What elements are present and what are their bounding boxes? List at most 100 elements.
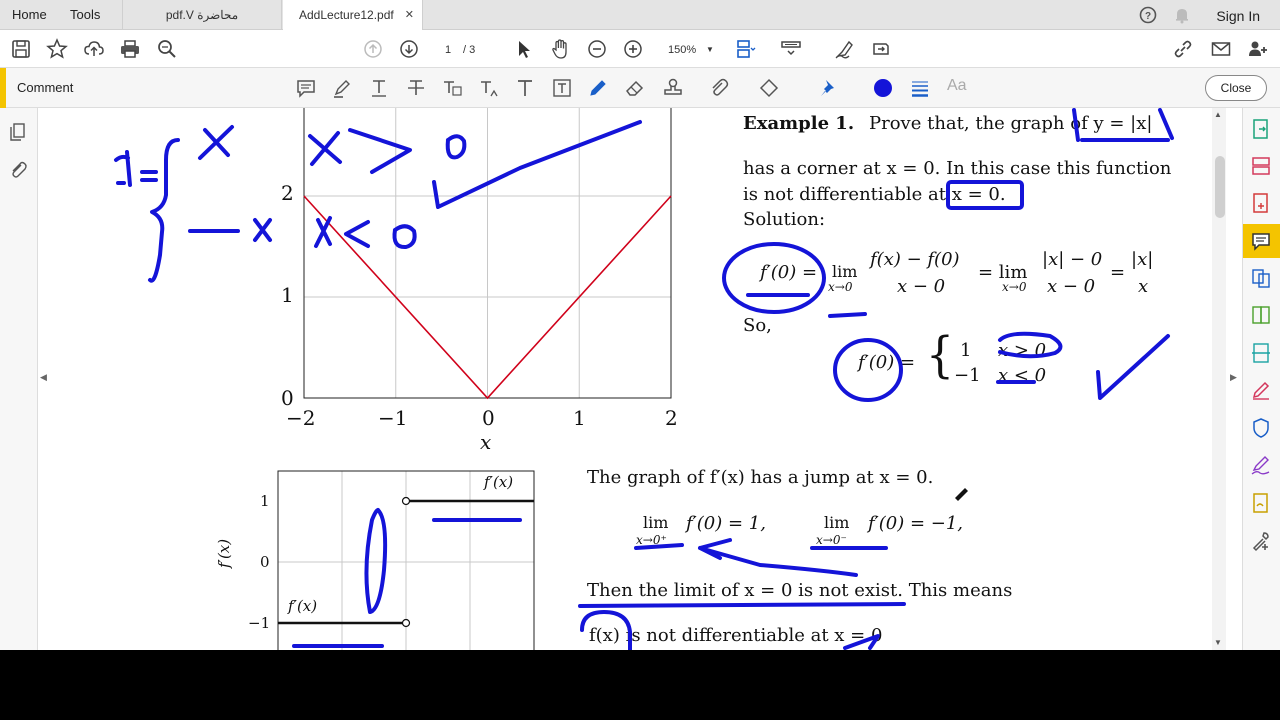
edit-pdf-icon[interactable] [1250,379,1272,401]
piecewise-condition: x > 0 [998,340,1047,361]
bookmark-star-icon[interactable] [46,38,68,60]
save-icon[interactable] [10,38,32,60]
color-picker-icon[interactable] [872,77,894,99]
menu-home[interactable]: Home [12,0,47,30]
send-for-signature-icon[interactable] [1250,492,1272,514]
close-tab-icon[interactable]: ✕ [405,0,414,30]
replace-text-icon[interactable] [441,77,463,99]
fraction-numerator: |x| − 0 [1042,249,1103,270]
more-tools-icon[interactable] [1250,530,1272,552]
notification-bell-icon[interactable] [1173,6,1191,24]
collapse-left-panel-icon[interactable]: ◀ [40,372,47,383]
y-tick-label: 0 [260,553,270,571]
page-thumbnails-icon[interactable] [8,122,28,142]
fill-and-sign-icon[interactable] [1250,454,1272,476]
limit-subscript: x→0 [828,280,853,294]
fill-sign-icon[interactable] [834,38,856,60]
strikethrough-icon[interactable] [405,77,427,99]
y-tick-label: 1 [281,283,294,307]
conclusion-statement: f(x) is not differentiable at x = 0 [589,625,883,646]
combine-files-icon[interactable] [1250,267,1272,289]
x-tick-label: −2 [286,406,316,430]
limit-value: f′(0) = 1, [686,513,766,534]
scroll-down-icon[interactable]: ▼ [1214,638,1222,647]
example-statement: Prove that, the graph of y = |x| [869,113,1153,134]
comment-tool-icon[interactable] [1250,230,1272,252]
example-heading: Example 1. [743,113,855,134]
shapes-icon[interactable] [758,77,780,99]
protect-icon[interactable] [1250,417,1272,439]
scroll-up-icon[interactable]: ▲ [1214,110,1222,119]
close-button[interactable]: Close [1205,75,1267,101]
help-icon[interactable]: ? [1139,6,1157,24]
attachments-icon[interactable] [8,160,28,180]
svg-text:?: ? [1145,11,1151,22]
limit-subscript: x→0⁺ [636,533,667,547]
zoom-out-icon[interactable] [586,38,608,60]
scroll-mode-icon[interactable] [780,38,802,60]
attach-file-icon[interactable] [708,77,730,99]
chevron-down-icon: ▼ [706,45,714,54]
next-page-icon[interactable] [398,38,420,60]
fraction-denominator: x − 0 [897,276,946,297]
limit-subscript: x→0⁻ [816,533,847,547]
derivative-lhs: f′(0) = [760,262,818,283]
sign-in-link[interactable]: Sign In [1216,0,1260,30]
insert-text-icon[interactable] [478,77,500,99]
menu-tools[interactable]: Tools [70,0,100,30]
add-text-icon[interactable] [514,77,536,99]
pdf-viewer-window: Home Tools pdf.V محاضرة AddLecture12.pdf… [0,0,1280,650]
previous-page-icon[interactable] [362,38,384,60]
zoom-in-icon[interactable] [622,38,644,60]
tab-addlecture12[interactable]: AddLecture12.pdf ✕ [283,0,423,31]
export-pdf-icon[interactable] [1250,118,1272,140]
sticky-note-icon[interactable] [295,77,317,99]
x-tick-label: −1 [378,406,408,430]
equals-sign: = [1110,262,1126,283]
font-size-icon[interactable]: Aa [947,77,967,95]
right-tools-list [1242,108,1280,650]
compare-files-icon[interactable] [1250,304,1272,326]
collapse-right-panel-icon[interactable]: ▶ [1230,372,1237,383]
create-pdf-icon[interactable] [1250,192,1272,214]
highlight-icon[interactable] [331,77,353,99]
pencil-draw-icon[interactable] [587,77,609,99]
document-page: 2 1 0 −2 −1 0 1 2 x Example 1. Prove tha… [52,108,1212,650]
print-icon[interactable] [119,38,141,60]
underline-text-icon[interactable] [368,77,390,99]
limit-operator: lim [643,513,669,532]
left-side-panel [0,108,38,650]
link-icon[interactable] [1172,38,1194,60]
fraction-numerator: f(x) − f(0) [870,249,960,270]
eraser-icon[interactable] [624,77,646,99]
search-icon[interactable] [156,38,178,60]
zoom-dropdown[interactable]: 150% ▼ [660,41,716,59]
x-axis-label: x [480,430,492,454]
text-box-icon[interactable] [551,77,573,99]
scan-ocr-icon[interactable] [1250,342,1272,364]
so-label: So, [743,315,772,336]
share-tool-icon[interactable] [870,38,892,60]
upload-cloud-icon[interactable] [83,38,105,60]
piecewise-value: 1 [960,340,972,361]
pin-icon[interactable] [818,77,840,99]
scrollbar-thumb[interactable] [1215,156,1225,218]
limit-operator: lim [824,513,850,532]
hand-tool-icon[interactable] [550,38,572,60]
series-label: f′(x) [288,597,318,615]
line-thickness-icon[interactable] [909,77,931,99]
brace-glyph: { [926,327,954,384]
x-tick-label: 1 [573,406,586,430]
organize-pages-icon[interactable] [1250,155,1272,177]
series-label: f′(x) [484,473,514,491]
main-toolbar [0,30,1280,68]
email-icon[interactable] [1210,38,1232,60]
tab-arabic-pdf[interactable]: pdf.V محاضرة [122,0,282,30]
page-layout-icon[interactable] [735,38,757,60]
select-cursor-icon[interactable] [513,38,535,60]
add-user-icon[interactable] [1247,38,1269,60]
page-number-input[interactable]: 1 [437,41,459,59]
limit-statement: Then the limit of x = 0 is not exist. Th… [587,580,1013,601]
stamp-icon[interactable] [662,77,684,99]
y-tick-label: 2 [281,181,294,205]
